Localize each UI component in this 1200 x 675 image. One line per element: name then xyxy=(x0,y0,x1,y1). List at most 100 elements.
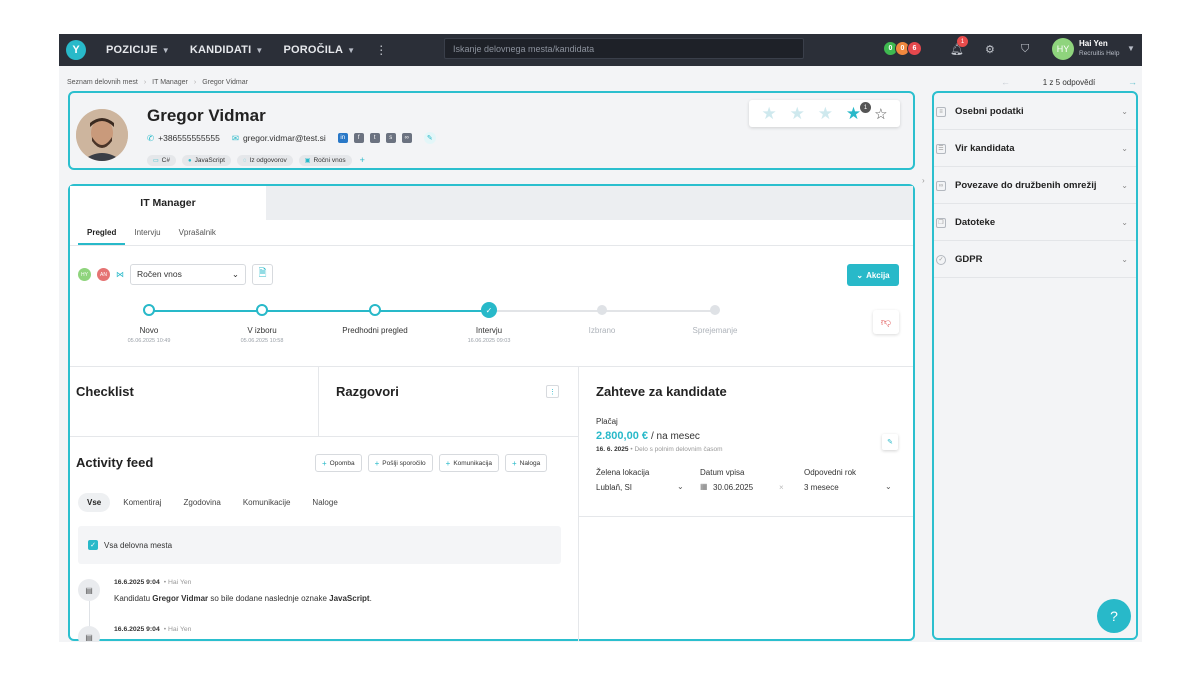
edit-contacts-button[interactable]: ✎ xyxy=(423,132,436,144)
add-task-button[interactable]: + Naloga xyxy=(504,454,548,472)
user-role: Recruitis Help xyxy=(1079,50,1120,57)
feed-text-part: Kandidatu xyxy=(114,594,153,603)
action-label: Akcija xyxy=(866,270,890,280)
nav-candidates[interactable]: KANDIDATI ▼ xyxy=(190,44,264,56)
action-button[interactable]: ⌄ Akcija xyxy=(847,264,899,286)
logo-icon[interactable]: Y xyxy=(66,40,86,60)
star-icon[interactable]: ★ xyxy=(790,104,805,124)
star-icon[interactable]: ★ xyxy=(818,104,833,124)
breadcrumb-job[interactable]: IT Manager xyxy=(152,79,188,86)
pipeline-step[interactable]: Sprejemanje xyxy=(655,304,775,338)
chevron-right-icon: › xyxy=(143,79,147,86)
user-name[interactable]: Hai Yen xyxy=(1079,39,1108,48)
tab-interview[interactable]: Intervju xyxy=(125,220,169,245)
star-outline-icon[interactable]: ☆ xyxy=(874,105,887,123)
tag[interactable]: ● JavaScript xyxy=(181,155,231,166)
chevron-down-icon[interactable]: ⌄ xyxy=(677,482,684,491)
tag[interactable]: ▭ C# xyxy=(147,155,176,166)
nav-reports[interactable]: POROČILA ▼ xyxy=(283,44,355,56)
job-tab-bar: IT Manager xyxy=(70,186,913,220)
send-message-button[interactable]: + Pošlji sporočilo xyxy=(367,454,433,472)
status-counters[interactable]: 0 0 6 xyxy=(883,41,922,56)
assignee-avatar[interactable]: AN xyxy=(97,268,110,281)
facebook-icon[interactable]: f xyxy=(353,133,364,143)
breadcrumb-jobs[interactable]: Seznam delovnih mest xyxy=(67,79,138,86)
add-note-button[interactable]: + Opomba xyxy=(315,454,362,472)
pipeline-step[interactable]: Izbrano xyxy=(542,304,662,338)
tab-questionnaire[interactable]: Vprašalnik xyxy=(170,220,225,245)
candidate-photo xyxy=(76,109,128,161)
chevron-right-icon[interactable]: › xyxy=(922,176,932,186)
skype-icon[interactable]: s xyxy=(385,133,396,143)
app-window: Y POZICIJE ▼ KANDIDATI ▼ POROČILA ▼ ⋮ Iskan… xyxy=(59,34,1142,642)
start-date-input[interactable]: 30.06.2025 xyxy=(713,483,753,492)
chevron-down-icon[interactable]: ⌄ xyxy=(885,482,892,491)
filter-all[interactable]: Vse xyxy=(78,493,111,512)
add-communication-button[interactable]: + Komunikacija xyxy=(438,454,499,472)
tag[interactable]: ▣ Ročni vnos xyxy=(298,155,352,166)
filter-communications[interactable]: Komunikacije xyxy=(234,493,300,512)
tab-overview[interactable]: Pregled xyxy=(78,220,126,245)
step-dot xyxy=(143,304,155,316)
sidebar-item-personal[interactable]: ≡ Osebni podatki ⌄ xyxy=(934,94,1136,130)
avatar[interactable]: HY xyxy=(1052,38,1074,60)
pipeline-step[interactable]: V izboru 05.06.2025 10:58 xyxy=(202,304,322,344)
twitter-icon[interactable]: t xyxy=(369,133,380,143)
arrow-right-icon[interactable]: → xyxy=(1128,77,1137,87)
help-button[interactable]: ? xyxy=(1097,599,1131,633)
document-icon: ▤ xyxy=(78,579,100,601)
share-icon[interactable]: ⋈ xyxy=(116,270,124,279)
candidate-header: Gregor Vidmar ✆ +386555555555 ✉ gregor.v… xyxy=(68,91,925,185)
more-vertical-icon[interactable]: ⋮ xyxy=(375,43,387,57)
star-icon[interactable]: ★ xyxy=(761,104,776,124)
edit-requirements-button[interactable]: ✎ xyxy=(882,434,898,450)
sidebar-item-files[interactable]: ❐ Datoteke ⌄ xyxy=(934,205,1136,241)
plus-icon: + xyxy=(445,458,451,468)
filter-history[interactable]: Zgodovina xyxy=(174,493,229,512)
activity-title: Activity feed xyxy=(76,455,154,470)
candidate-email[interactable]: gregor.vidmar@test.si xyxy=(243,133,326,143)
thumbs-down-icon[interactable]: 👎︎ xyxy=(873,310,899,334)
search-input[interactable]: Iskanje delovnega mesta/kandidata xyxy=(444,38,804,59)
gear-icon[interactable]: ⚙ xyxy=(985,43,995,56)
location-select[interactable]: Lublaň, SI xyxy=(596,483,632,492)
step-date: 16.06.2025 09:03 xyxy=(467,338,511,344)
pipeline-step[interactable]: Predhodni pregled xyxy=(315,304,435,338)
pipeline-step[interactable]: Novo 05.06.2025 10:49 xyxy=(89,304,209,344)
clear-icon[interactable]: × xyxy=(779,483,784,492)
plus-icon: + xyxy=(322,458,327,468)
linkedin-icon[interactable]: in xyxy=(337,133,348,143)
calendar-icon[interactable]: ▦ xyxy=(700,482,708,491)
assignee-avatar[interactable]: HY xyxy=(78,268,91,281)
step-date: 05.06.2025 10:58 xyxy=(240,338,284,344)
requirements-title: Zahteve za kandidate xyxy=(596,384,727,399)
candidate-phone[interactable]: +386555555555 xyxy=(158,133,220,143)
sidebar-item-social[interactable]: ∞ Povezave do družbenih omrežij ⌄ xyxy=(934,168,1136,204)
chevron-down-icon[interactable]: ▼ xyxy=(1127,44,1135,53)
document-icon[interactable]: 🗎︎ xyxy=(252,264,273,285)
star-icon[interactable]: ★ xyxy=(846,104,861,124)
sidebar-item-gdpr[interactable]: ✓ GDPR ⌄ xyxy=(934,242,1136,278)
filter-tasks[interactable]: Naloge xyxy=(303,493,346,512)
link-icon[interactable]: ∞ xyxy=(401,133,412,143)
notice-select[interactable]: 3 mesece xyxy=(804,483,839,492)
tag[interactable]: ◌ Iz odgovorov xyxy=(236,155,293,166)
add-tag-button[interactable]: + xyxy=(360,155,365,166)
document-icon: ▤ xyxy=(78,626,100,642)
source-select[interactable]: Ročen vnos ⌄ xyxy=(130,264,246,285)
arrow-left-icon[interactable]: ← xyxy=(1001,77,1010,87)
tag-label: C# xyxy=(161,157,170,164)
sidebar-item-source[interactable]: ☰ Vir kandidata ⌄ xyxy=(934,131,1136,167)
shield-icon[interactable]: ⛉ xyxy=(1021,43,1029,56)
tab-job[interactable]: IT Manager xyxy=(70,186,266,220)
pager-text: 1 z 5 odpovědí xyxy=(1042,77,1096,87)
pager: ← 1 z 5 odpovědí → xyxy=(1001,77,1137,87)
pipeline-step[interactable]: ✓ Intervju 16.06.2025 09:03 xyxy=(429,302,549,344)
filter-comment[interactable]: Komentiraj xyxy=(114,493,170,512)
more-vertical-icon[interactable]: ⋮ xyxy=(546,385,559,398)
checkbox[interactable]: ✓ xyxy=(88,540,98,550)
counter-red[interactable]: 6 xyxy=(907,41,922,56)
nav-positions[interactable]: POZICIJE ▼ xyxy=(106,44,170,56)
chevron-down-icon: ⌄ xyxy=(1121,107,1128,116)
step-dot xyxy=(710,305,720,315)
